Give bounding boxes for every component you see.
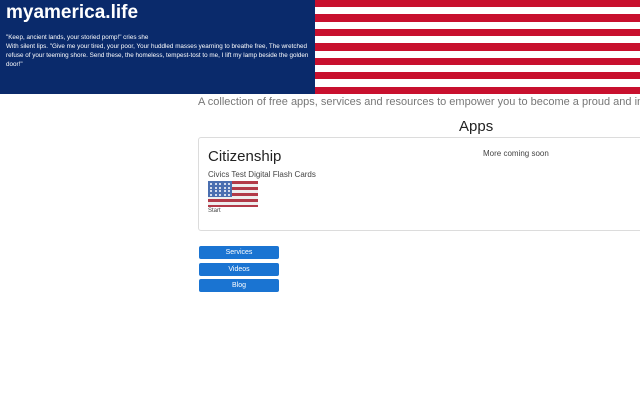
videos-button[interactable]: Videos [199,263,279,276]
citizenship-title: Citizenship [208,148,282,165]
flag-star [228,186,230,189]
flag-star [228,190,230,192]
flag-star [223,193,226,196]
poem-quote: "Keep, ancient lands, your storied pomp!… [6,33,309,69]
site-title[interactable]: myamerica.life [6,3,309,23]
apps-heading: Apps [459,118,494,135]
flag-stripe [315,72,640,80]
flag-star [219,190,221,192]
flag-star [210,193,212,196]
site-tagline: A collection of free apps, services and … [198,96,640,108]
citizenship-card: Citizenship Civics Test Digital Flash Ca… [198,137,640,231]
flag-star [214,183,217,185]
header-banner: myamerica.life "Keep, ancient lands, you… [0,0,640,94]
more-coming-soon: More coming soon [483,149,549,158]
start-link[interactable]: Start [208,208,221,214]
flag-stripe [315,0,640,8]
flag-stripe [315,43,640,51]
american-flag-icon[interactable] [208,181,258,207]
flag-stripe [315,28,640,37]
flag-stripe [315,50,640,58]
flag-stripe [315,36,640,44]
flag-star [219,193,221,196]
poem-line-1: "Keep, ancient lands, your storied pomp!… [6,34,149,41]
flag-star [228,183,230,185]
blog-button[interactable]: Blog [199,279,279,292]
flag-star [219,183,221,185]
flag-star [223,190,226,192]
flag-star [214,193,217,196]
flag-canton [208,181,232,197]
flag-star [219,186,221,189]
flag-stripes [315,0,640,94]
flag-star [223,186,226,189]
flag-star [210,183,212,185]
flash-cards-app-name: Civics Test Digital Flash Cards [208,170,316,179]
flag-star [223,183,226,185]
flag-star [210,186,212,189]
flag-star [228,193,230,196]
flag-star [214,186,217,189]
flag-star [214,190,217,192]
services-button[interactable]: Services [199,246,279,259]
poem-line-2: With silent lips. "Give me your tired, y… [6,43,309,68]
flag-stripe [315,79,640,87]
flag-stripe [315,7,640,15]
flag-stripe [315,21,640,29]
flag-star [210,190,212,192]
flag-stripe [315,14,640,22]
flag-stripe [315,64,640,73]
flag-stripe [315,57,640,65]
header-canton: myamerica.life "Keep, ancient lands, you… [0,0,315,94]
flag-stripe [315,86,640,94]
